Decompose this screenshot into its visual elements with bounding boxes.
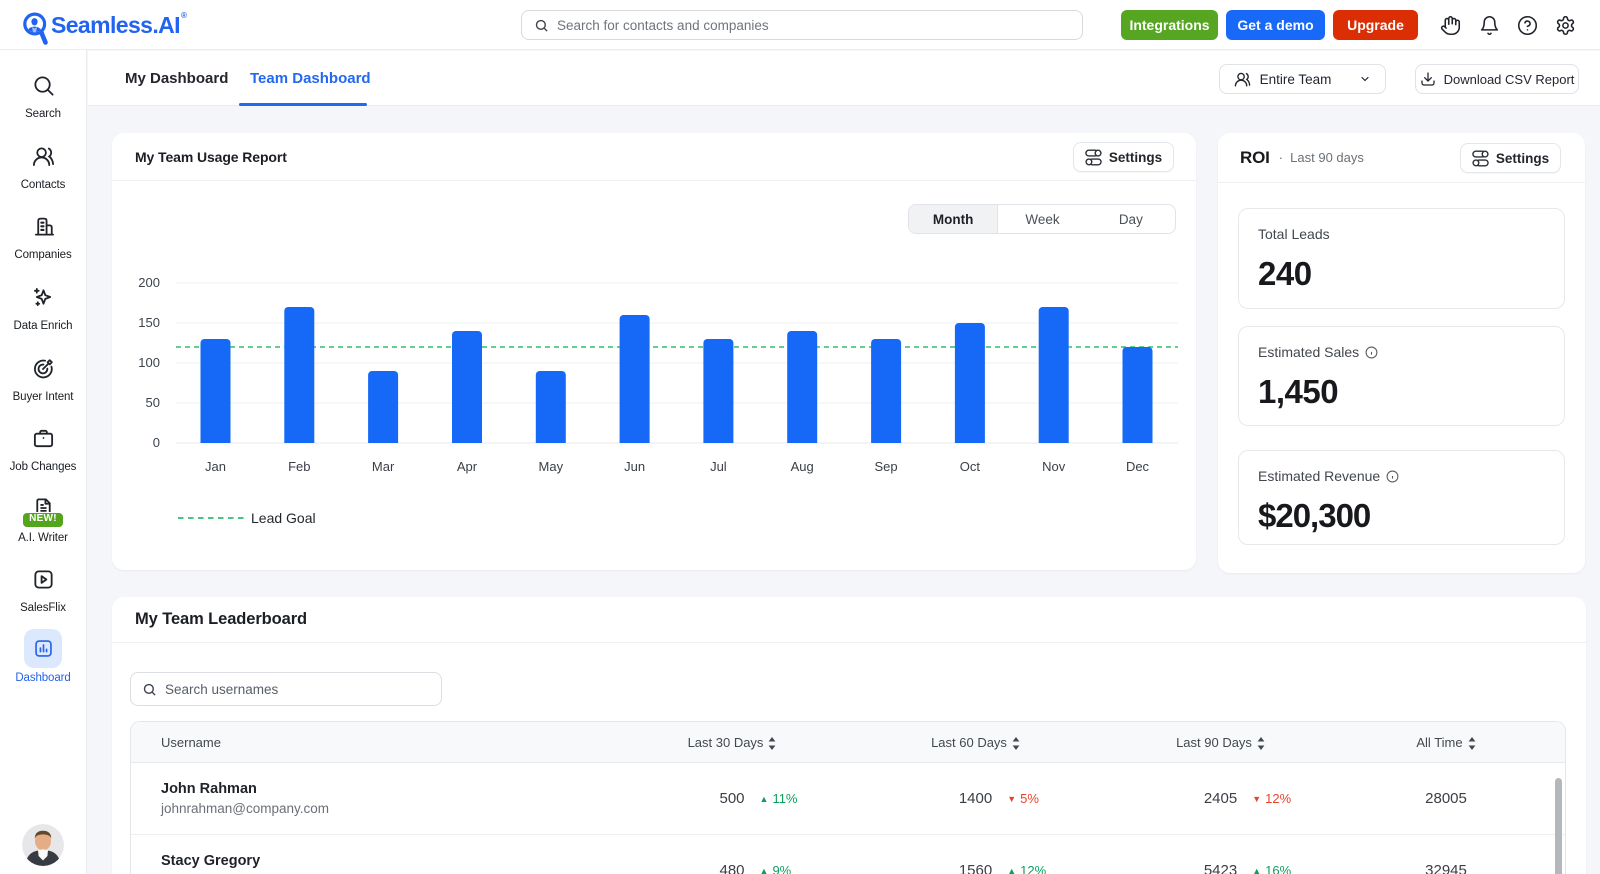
svg-text:Nov: Nov [1042, 459, 1066, 474]
svg-text:Apr: Apr [457, 459, 478, 474]
svg-text:Oct: Oct [960, 459, 981, 474]
svg-text:100: 100 [138, 355, 160, 370]
svg-text:Lead Goal: Lead Goal [251, 510, 316, 526]
svg-text:0: 0 [153, 435, 160, 450]
svg-text:May: May [539, 459, 564, 474]
svg-text:200: 200 [138, 275, 160, 290]
svg-text:50: 50 [146, 395, 160, 410]
svg-text:Aug: Aug [791, 459, 814, 474]
svg-text:Feb: Feb [288, 459, 310, 474]
svg-text:150: 150 [138, 315, 160, 330]
svg-text:Sep: Sep [875, 459, 898, 474]
svg-text:Jan: Jan [205, 459, 226, 474]
svg-text:Jul: Jul [710, 459, 727, 474]
svg-text:Jun: Jun [624, 459, 645, 474]
svg-text:Dec: Dec [1126, 459, 1150, 474]
svg-text:Mar: Mar [372, 459, 395, 474]
